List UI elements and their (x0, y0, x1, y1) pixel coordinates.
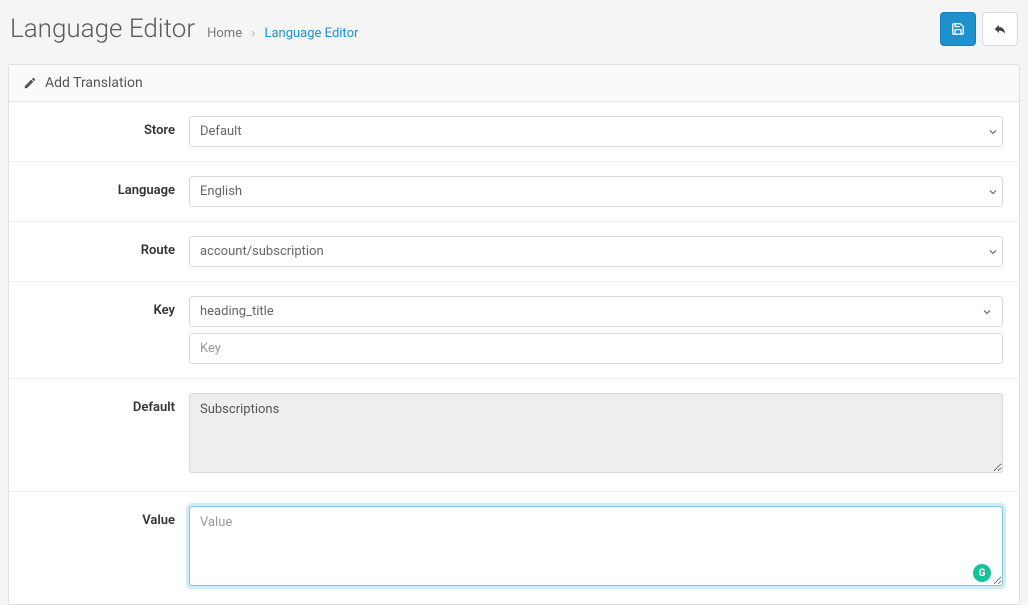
store-select[interactable]: Default (189, 116, 1003, 147)
page-header-left: Language Editor Home › Language Editor (10, 14, 358, 44)
label-default: Default (19, 393, 189, 415)
form-row-route: Route account/subscription (9, 222, 1019, 282)
panel-body: Store Default Language English (9, 102, 1019, 604)
label-language: Language (19, 176, 189, 198)
pencil-icon (23, 76, 37, 90)
form-row-value: Value G (9, 492, 1019, 604)
save-icon (951, 22, 965, 36)
form-row-default: Default (9, 379, 1019, 492)
form-row-key: Key heading_title (9, 282, 1019, 379)
form-row-store: Store Default (9, 102, 1019, 162)
label-route: Route (19, 236, 189, 258)
breadcrumb-current[interactable]: Language Editor (264, 26, 358, 41)
breadcrumb-home[interactable]: Home (207, 26, 242, 41)
breadcrumb-separator: › (251, 26, 255, 41)
label-store: Store (19, 116, 189, 138)
label-key: Key (19, 296, 189, 318)
panel: Add Translation Store Default Language E… (8, 64, 1020, 605)
save-button[interactable] (940, 12, 976, 46)
form-row-language: Language English (9, 162, 1019, 222)
key-input[interactable] (189, 333, 1003, 364)
page-header: Language Editor Home › Language Editor (0, 0, 1028, 64)
language-select[interactable]: English (189, 176, 1003, 207)
panel-heading: Add Translation (9, 65, 1019, 102)
route-select[interactable]: account/subscription (189, 236, 1003, 267)
grammarly-icon[interactable]: G (973, 564, 991, 582)
label-value: Value (19, 506, 189, 528)
toolbar (940, 12, 1018, 46)
key-select[interactable]: heading_title (189, 296, 1003, 327)
back-button[interactable] (982, 12, 1018, 46)
page-title: Language Editor (10, 14, 195, 44)
panel-heading-text: Add Translation (45, 75, 143, 91)
reply-arrow-icon (993, 22, 1007, 36)
default-textarea (189, 393, 1003, 473)
breadcrumb: Home › Language Editor (207, 26, 358, 41)
value-textarea[interactable] (189, 506, 1003, 586)
